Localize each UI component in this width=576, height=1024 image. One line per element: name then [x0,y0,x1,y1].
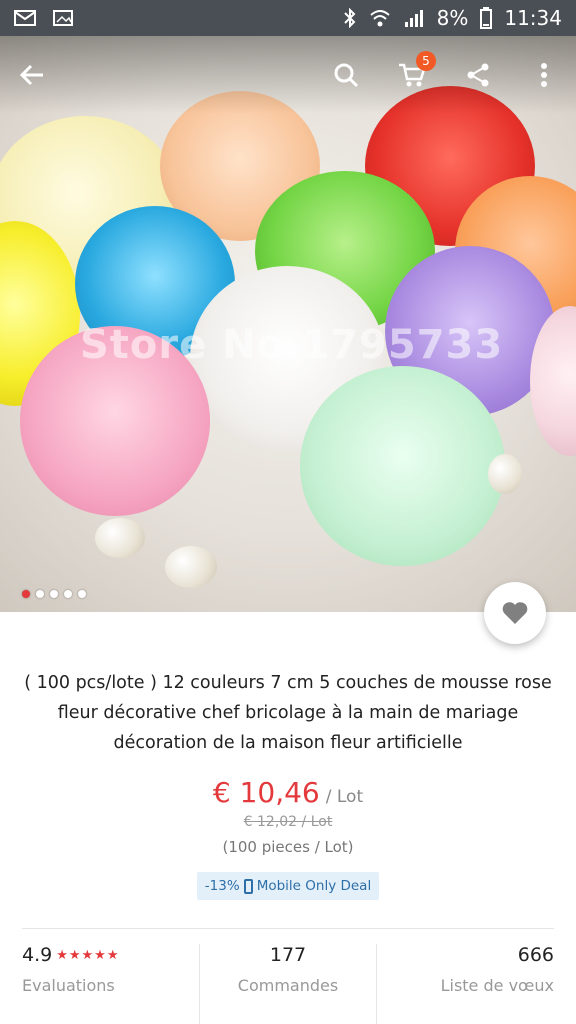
product-stats: 4.9 ★★★★★ Evaluations 177 Commandes 666 L… [0,944,576,1024]
app-bar: 5 [0,36,576,114]
pieces-per-lot: (100 pieces / Lot) [222,838,354,856]
back-arrow-icon [19,64,43,86]
wishlist-label: Liste de vœux [440,976,555,995]
stat-wishlist[interactable]: 666 Liste de vœux [376,944,576,1024]
store-watermark: Store No.1795733 [80,322,504,368]
pagination-dot[interactable] [22,590,30,598]
status-bar: 8% 11:34 [0,0,576,36]
more-vertical-icon [541,63,547,87]
clock: 11:34 [504,6,562,30]
more-options-button[interactable] [528,59,560,91]
rating-value: 4.9 [22,944,53,966]
pagination-dot[interactable] [64,590,72,598]
deal-label: Mobile Only Deal [256,878,372,894]
orders-count: 177 [269,944,307,966]
cart-button[interactable]: 5 [396,51,436,91]
search-icon [334,63,359,88]
pearl-heart [165,546,217,588]
divider [22,928,554,929]
signal-icon [404,10,423,27]
gallery-pagination [22,590,86,598]
back-button[interactable] [16,59,48,91]
product-image-gallery[interactable]: Store No.1795733 [0,36,576,612]
bluetooth-icon [343,8,356,28]
wifi-icon [369,10,390,27]
rating-stars: ★★★★★ [56,948,120,963]
battery-icon [480,7,493,29]
mobile-deal-badge: -13% Mobile Only Deal [197,872,379,900]
share-icon [467,63,489,87]
wishlist-count: 666 [517,944,555,966]
heart-icon [502,602,528,624]
mail-icon [14,10,36,26]
mobile-phone-icon [243,878,253,894]
rose-mint [300,366,505,566]
pagination-dot[interactable] [36,590,44,598]
pearl-heart [95,518,145,558]
orders-label: Commandes [237,976,339,995]
original-price: € 12,02 / Lot [243,814,333,830]
pagination-dot[interactable] [50,590,58,598]
share-button[interactable] [462,59,494,91]
pagination-dot[interactable] [78,590,86,598]
add-to-wishlist-button[interactable] [484,582,546,644]
price-unit: / Lot [325,787,364,807]
stat-evaluations[interactable]: 4.9 ★★★★★ Evaluations [0,944,199,1024]
price-row: € 10,46/ Lot [0,776,576,809]
battery-level: 8% [436,6,469,30]
product-title: ( 100 pcs/lote ) 12 couleurs 7 cm 5 couc… [24,673,552,753]
gallery-notification-icon [53,10,73,26]
current-price: € 10,46 [212,776,320,809]
evaluations-label: Evaluations [22,976,115,995]
pearl-heart [488,454,522,494]
rating-row: 4.9 ★★★★★ [22,944,199,966]
deal-discount: -13% [204,878,240,894]
stat-orders[interactable]: 177 Commandes [198,944,377,1024]
cart-count-badge: 5 [416,51,436,71]
search-button[interactable] [330,59,362,91]
